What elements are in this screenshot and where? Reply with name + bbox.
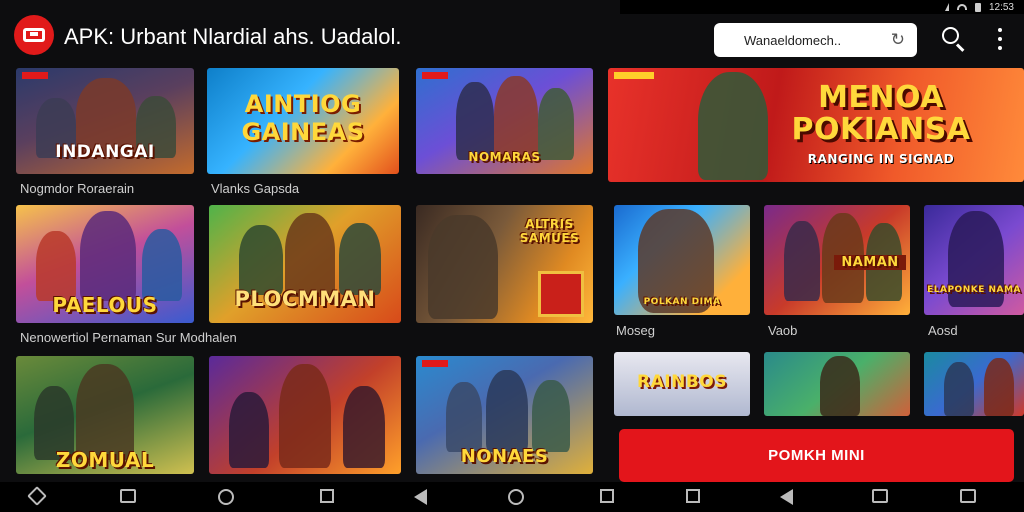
pane-divider (600, 70, 608, 476)
tile-title: ELAPONKE NAMA (927, 285, 1021, 295)
search-icon[interactable] (938, 24, 968, 54)
tile-title: INDANGAI (55, 142, 155, 162)
game-tile[interactable]: INDANGAI (16, 68, 194, 174)
game-tile[interactable]: NONAES (416, 356, 593, 474)
tile-caption: Vaob (768, 323, 798, 338)
home-icon[interactable] (218, 489, 236, 505)
banner-title: MENOA POKIANSA (791, 80, 971, 147)
back-icon[interactable] (414, 489, 432, 505)
tile-title: ZOMUAL (55, 448, 155, 472)
game-tile[interactable]: AINTIOG GAINEAS (207, 68, 399, 174)
back-icon[interactable] (780, 489, 798, 505)
game-tile[interactable]: ALTRIS SAMUES (416, 205, 593, 323)
home-icon[interactable] (508, 489, 526, 505)
tabs-icon[interactable] (960, 489, 978, 505)
game-tile[interactable]: PAELOUS (16, 205, 194, 323)
refresh-icon[interactable]: ↻ (891, 30, 905, 50)
tile-title: NONAES (460, 446, 549, 467)
game-tile[interactable] (924, 352, 1024, 416)
tile-title: NAMAN (834, 255, 906, 270)
tabs-icon[interactable] (872, 489, 890, 505)
game-tile[interactable] (209, 356, 401, 474)
back-icon[interactable] (27, 486, 48, 506)
game-tile[interactable]: RAINBOS (614, 352, 750, 416)
tabs-icon[interactable] (120, 489, 138, 505)
banner-subtitle: RANGING IN SIGNAD (807, 152, 955, 166)
tile-title: PLOCMMAN (234, 287, 376, 311)
app-logo-icon[interactable] (14, 15, 54, 55)
tile-title: POLKAN DIMA (643, 297, 721, 307)
search-input-value: Wanaeldomech.. (744, 32, 842, 48)
app-title: APK: Urbant Nlardial ahs. Uadalol. (64, 24, 402, 49)
tile-title: AINTIOG GAINEAS (241, 90, 365, 146)
game-tile[interactable] (764, 352, 910, 416)
game-tile[interactable]: ZOMUAL (16, 356, 194, 474)
tile-title: RAINBOS (637, 372, 727, 392)
tile-title: PAELOUS (52, 293, 158, 317)
tile-title: ALTRIS SAMUES (519, 217, 580, 245)
recent-apps-icon[interactable] (600, 489, 618, 505)
recent-apps-icon[interactable] (686, 489, 704, 505)
tile-caption: Nenowertiol Pernaman Sur Modhalen (20, 330, 237, 345)
game-tile[interactable]: PLOCMMAN (209, 205, 401, 323)
app-screen: 12:53 APK: Urbant Nlardial ahs. Uadalol.… (0, 0, 1024, 512)
game-tile[interactable]: ELAPONKE NAMA (924, 205, 1024, 315)
system-nav-bar (0, 482, 1024, 512)
game-tile[interactable]: POLKAN DIMA (614, 205, 750, 315)
more-options-icon[interactable] (994, 28, 1006, 50)
recent-apps-icon[interactable] (320, 489, 338, 505)
game-tile[interactable]: NAMAN (764, 205, 910, 315)
app-header: APK: Urbant Nlardial ahs. Uadalol. Wanae… (0, 0, 1024, 70)
game-tile[interactable]: NOMARAS (416, 68, 593, 174)
search-input[interactable]: Wanaeldomech.. ↻ (714, 23, 917, 57)
tile-caption: Moseg (616, 323, 656, 338)
primary-cta-button[interactable]: POMKH MINI (619, 429, 1014, 482)
tile-caption: Aosd (928, 323, 958, 338)
tile-title: NOMARAS (468, 150, 541, 164)
featured-banner[interactable]: MENOA POKIANSA RANGING IN SIGNAD (608, 68, 1024, 182)
tile-caption: Nogmdor Roraerain (20, 181, 135, 196)
tile-caption: Vlanks Gapsda (211, 181, 300, 196)
